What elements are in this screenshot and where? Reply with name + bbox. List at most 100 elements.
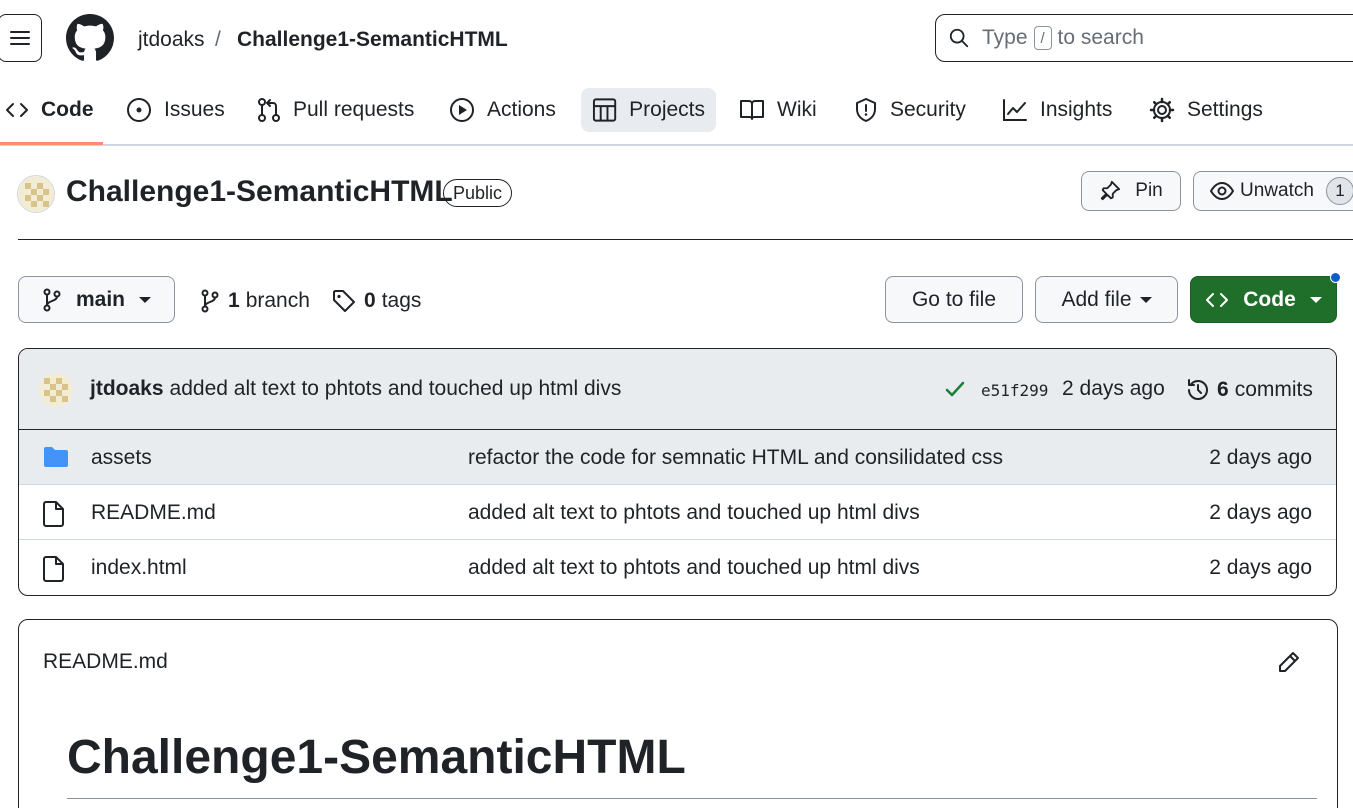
file-name-link[interactable]: README.md xyxy=(91,501,216,525)
file-commit-link[interactable]: added alt text to phtots and touched up … xyxy=(468,556,920,580)
pin-icon xyxy=(1101,180,1121,201)
pin-label: Pin xyxy=(1135,180,1163,201)
tab-label: Insights xyxy=(1040,98,1113,121)
branch-icon xyxy=(201,289,219,313)
tab-issues[interactable]: Issues xyxy=(115,88,236,132)
go-to-file-button[interactable]: Go to file xyxy=(885,276,1023,323)
latest-commit-message: jtdoaks added alt text to phtots and touc… xyxy=(90,377,621,401)
menu-button[interactable] xyxy=(0,14,42,62)
watch-count: 1 xyxy=(1325,177,1353,205)
repo-title[interactable]: Challenge1-SemanticHTML xyxy=(66,175,453,209)
commit-count-label: commits xyxy=(1234,378,1313,401)
tab-settings[interactable]: Settings xyxy=(1138,88,1274,132)
file-icon xyxy=(43,556,64,582)
pencil-icon[interactable] xyxy=(1277,650,1301,674)
commits-history-link[interactable]: 6 commits xyxy=(1185,377,1313,403)
pin-button[interactable]: Pin xyxy=(1081,171,1181,211)
file-time: 2 days ago xyxy=(1209,501,1312,524)
tag-icon xyxy=(333,290,355,312)
code-button-label: Code xyxy=(1243,287,1296,311)
branches-link[interactable]: 1 branch xyxy=(200,289,310,313)
tabs-divider xyxy=(0,144,1353,146)
add-file-button[interactable]: Add file xyxy=(1035,276,1178,323)
hamburger-icon xyxy=(10,31,30,45)
chevron-down-icon xyxy=(1139,296,1152,303)
play-icon xyxy=(450,98,474,122)
tab-label: Pull requests xyxy=(293,98,415,121)
breadcrumb-repo-link[interactable]: Challenge1-SemanticHTML xyxy=(237,28,508,52)
tab-insights[interactable]: Insights xyxy=(991,88,1123,132)
file-name-link[interactable]: assets xyxy=(91,446,152,470)
file-row-index[interactable]: index.html added alt text to phtots and … xyxy=(19,540,1336,595)
shield-icon xyxy=(856,98,876,122)
tab-label: Projects xyxy=(629,98,705,121)
gear-icon xyxy=(1149,97,1175,123)
file-browser: jtdoaks added alt text to phtots and touc… xyxy=(18,348,1337,596)
commit-author-avatar[interactable] xyxy=(39,373,73,407)
search-placeholder-prefix: Type xyxy=(982,26,1028,49)
readme-header: README.md xyxy=(19,620,1337,700)
branch-count-label: branch xyxy=(245,289,310,312)
file-commit-link[interactable]: refactor the code for semnatic HTML and … xyxy=(468,446,1003,470)
readme-heading: Challenge1-SemanticHTML xyxy=(67,731,686,784)
tab-wiki[interactable]: Wiki xyxy=(728,88,828,132)
tab-label: Issues xyxy=(164,98,225,121)
github-logo-icon[interactable] xyxy=(66,14,114,62)
branch-name: main xyxy=(75,287,125,311)
file-name-link[interactable]: index.html xyxy=(91,556,187,580)
search-icon xyxy=(949,28,969,48)
tab-label: Settings xyxy=(1187,98,1263,121)
tab-actions[interactable]: Actions xyxy=(438,88,567,132)
tab-pull-requests[interactable]: Pull requests xyxy=(246,88,425,132)
code-dropdown-button[interactable]: Code xyxy=(1190,276,1337,323)
latest-commit-row: jtdoaks added alt text to phtots and touc… xyxy=(19,349,1336,430)
active-tab-underline xyxy=(0,142,103,145)
branch-icon xyxy=(43,288,61,311)
file-row-readme[interactable]: README.md added alt text to phtots and t… xyxy=(19,485,1336,540)
tab-label: Security xyxy=(890,98,966,121)
tab-label: Code xyxy=(41,98,94,121)
tag-count: 0 xyxy=(364,289,376,312)
readme-heading-divider xyxy=(67,798,1317,799)
tab-security[interactable]: Security xyxy=(843,88,977,132)
search-shortcut-key: / xyxy=(1033,26,1052,50)
check-icon[interactable] xyxy=(944,379,966,399)
commit-message-link[interactable]: added alt text to phtots and touched up … xyxy=(170,377,622,400)
readme-panel: README.md Challenge1-SemanticHTML xyxy=(18,619,1338,808)
breadcrumb-separator: / xyxy=(215,28,221,51)
file-commit-link[interactable]: added alt text to phtots and touched up … xyxy=(468,501,920,525)
tab-label: Wiki xyxy=(777,98,817,121)
pull-request-icon xyxy=(258,98,280,122)
eye-icon xyxy=(1210,181,1234,201)
unwatch-button[interactable]: Unwatch 1 xyxy=(1193,171,1353,211)
file-time: 2 days ago xyxy=(1209,556,1312,579)
breadcrumb-owner-link[interactable]: jtdoaks xyxy=(138,28,205,52)
graph-icon xyxy=(1003,99,1027,121)
tags-link[interactable]: 0 tags xyxy=(332,289,421,313)
tag-count-label: tags xyxy=(381,289,422,312)
readme-filename-link[interactable]: README.md xyxy=(43,650,168,674)
unwatch-label: Unwatch xyxy=(1240,180,1314,201)
title-divider xyxy=(18,239,1353,240)
table-icon xyxy=(592,98,617,122)
search-placeholder-suffix: to search xyxy=(1057,26,1144,49)
commit-time: 2 days ago xyxy=(1062,377,1165,400)
branch-select-button[interactable]: main xyxy=(18,276,175,323)
commit-sha-link[interactable]: e51f299 xyxy=(981,381,1048,400)
search-input[interactable]: Type / to search xyxy=(935,14,1353,62)
tab-projects[interactable]: Projects xyxy=(581,88,716,132)
tab-label: Actions xyxy=(487,98,556,121)
chevron-down-icon xyxy=(139,296,151,303)
commit-count: 6 xyxy=(1217,378,1229,401)
repo-nav-tabs: Code Issues Pull requests Actions Projec… xyxy=(0,88,1353,146)
add-file-label: Add file xyxy=(1061,287,1132,311)
tab-code[interactable]: Code xyxy=(0,88,105,132)
repo-owner-avatar[interactable] xyxy=(17,175,55,213)
visibility-badge: Public xyxy=(443,179,513,207)
chevron-down-icon xyxy=(1309,296,1322,303)
code-icon xyxy=(6,103,28,117)
folder-icon xyxy=(44,447,68,467)
file-row-assets[interactable]: assets refactor the code for semnatic HT… xyxy=(19,430,1336,485)
commit-author-link[interactable]: jtdoaks xyxy=(90,377,164,400)
branch-count: 1 xyxy=(228,289,240,312)
